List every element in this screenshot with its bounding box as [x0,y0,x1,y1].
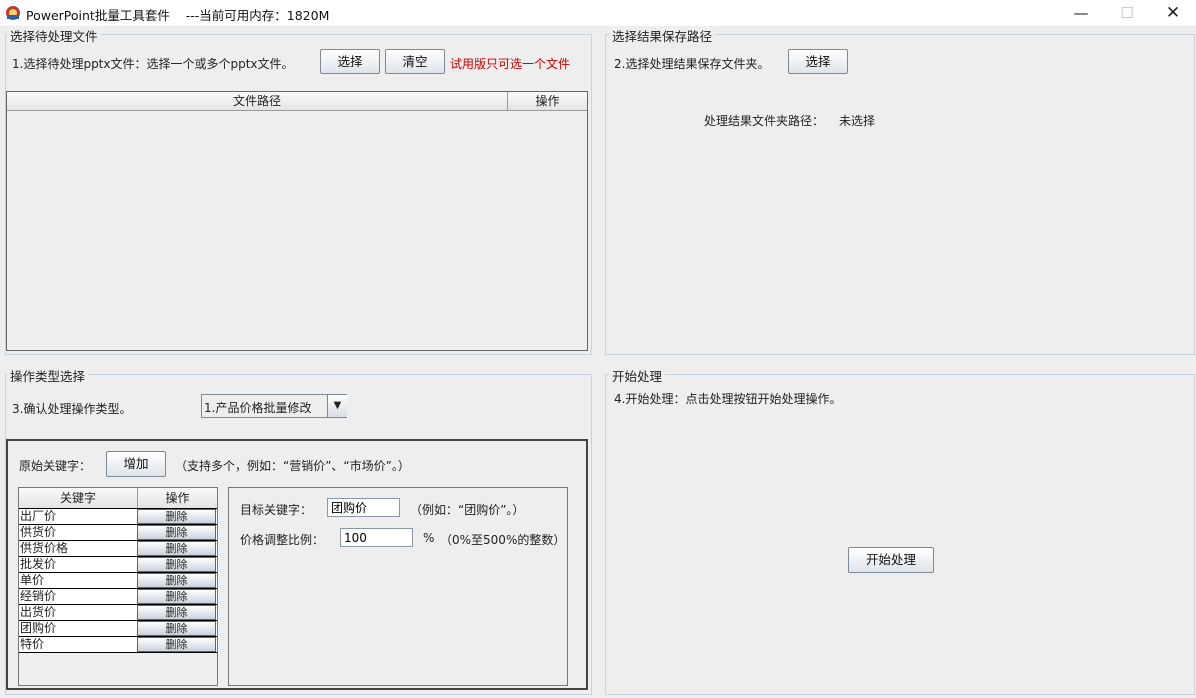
delete-keyword-button[interactable]: 删除 [137,509,216,524]
powerpoint-app-icon [6,6,20,20]
start-group [605,374,1195,695]
select-folder-button[interactable]: 选择 [788,49,848,74]
operation-type-select[interactable]: 1.产品价格批量修改 ▼ [201,394,347,418]
keyword-cell: 供货价格 [20,541,69,555]
minimize-button[interactable]: — [1058,0,1104,26]
keyword-cell: 团购价 [20,621,57,635]
save-path-group [605,34,1195,355]
select-files-group-title: 选择待处理文件 [7,26,101,45]
result-folder-label: 处理结果文件夹路径： [704,114,825,128]
price-ratio-label: 价格调整比例： [240,533,325,547]
keyword-cell: 出货价 [20,605,57,619]
trial-notice: 试用版只可选一个文件 [450,57,571,71]
step3-label: 3.确认处理操作类型。 [12,402,132,416]
delete-keyword-button[interactable]: 删除 [137,541,216,556]
start-processing-button[interactable]: 开始处理 [848,547,934,573]
keyword-row: 单价 删除 [19,573,217,589]
delete-keyword-button[interactable]: 删除 [137,589,216,604]
delete-keyword-button[interactable]: 删除 [137,637,216,652]
save-path-group-title: 选择结果保存路径 [609,26,716,45]
delete-keyword-button[interactable]: 删除 [137,605,216,620]
keyword-cell: 单价 [20,573,45,587]
keyword-cell: 特价 [20,637,45,651]
keyword-row: 供货价 删除 [19,525,217,541]
step4-label: 4.开始处理：点击处理按钮开始处理操作。 [614,392,842,406]
price-ratio-input[interactable] [340,528,413,547]
price-ratio-hint: （0%至500%的整数） [440,533,566,547]
delete-keyword-button[interactable]: 删除 [137,557,216,572]
step2-label: 2.选择处理结果保存文件夹。 [614,57,770,71]
column-file-path: 文件路径 [232,94,281,108]
target-keyword-input[interactable] [327,498,400,517]
keyword-cell: 批发价 [20,557,57,571]
keyword-hint: （支持多个，例如：“营销价”、“市场价”。） [175,459,410,473]
keyword-row: 出厂价 删除 [19,509,217,525]
keyword-table-header: 关键字 操作 [19,488,217,509]
select-files-button[interactable]: 选择 [320,49,380,74]
target-keyword-hint: （例如：“团购价”。） [410,503,525,517]
keyword-row: 经销价 删除 [19,589,217,605]
keyword-table[interactable]: 关键字 操作 出厂价 删除 供货价 删除 供货价格 删除 批发价 删除 单价 删除 经销价 删除 出货价… [18,487,218,686]
window-title: PowerPoint批量工具套件 ---当前可用内存：1820M [26,8,330,23]
keyword-cell: 经销价 [20,589,57,603]
keyword-row: 批发价 删除 [19,557,217,573]
delete-keyword-button[interactable]: 删除 [137,621,216,636]
clear-files-button[interactable]: 清空 [385,49,445,74]
keyword-rows: 出厂价 删除 供货价 删除 供货价格 删除 批发价 删除 单价 删除 经销价 删除 出货价 删除 团购价 删除… [19,508,217,653]
start-group-title: 开始处理 [609,366,666,385]
original-keyword-label: 原始关键字： [19,459,92,473]
keyword-row: 供货价格 删除 [19,541,217,557]
maximize-button[interactable]: ☐ [1104,0,1150,26]
keyword-row: 团购价 删除 [19,621,217,637]
close-button[interactable]: ✕ [1150,0,1196,26]
delete-keyword-button[interactable]: 删除 [137,573,216,588]
keyword-row: 特价 删除 [19,637,217,653]
selected-operation: 1.产品价格批量修改 [204,401,312,415]
operation-group-title: 操作类型选择 [7,366,89,385]
target-keyword-label: 目标关键字： [240,503,313,517]
result-folder-value: 未选择 [839,114,876,128]
file-table[interactable]: 文件路径 操作 [6,91,588,351]
title-bar: PowerPoint批量工具套件 ---当前可用内存：1820M — ☐ ✕ [0,0,1196,27]
add-keyword-button[interactable]: 增加 [106,451,166,477]
step1-label: 1.选择待处理pptx文件：选择一个或多个pptx文件。 [12,57,294,71]
price-ratio-unit: % [423,531,435,545]
chevron-down-icon[interactable]: ▼ [327,395,347,417]
column-keyword: 关键字 [59,491,96,505]
delete-keyword-button[interactable]: 删除 [137,525,216,540]
column-operation: 操作 [535,94,560,108]
file-table-header: 文件路径 操作 [7,92,587,111]
keyword-row: 出货价 删除 [19,605,217,621]
column-keyword-operation: 操作 [165,491,190,505]
keyword-cell: 出厂价 [20,509,57,523]
keyword-cell: 供货价 [20,525,57,539]
